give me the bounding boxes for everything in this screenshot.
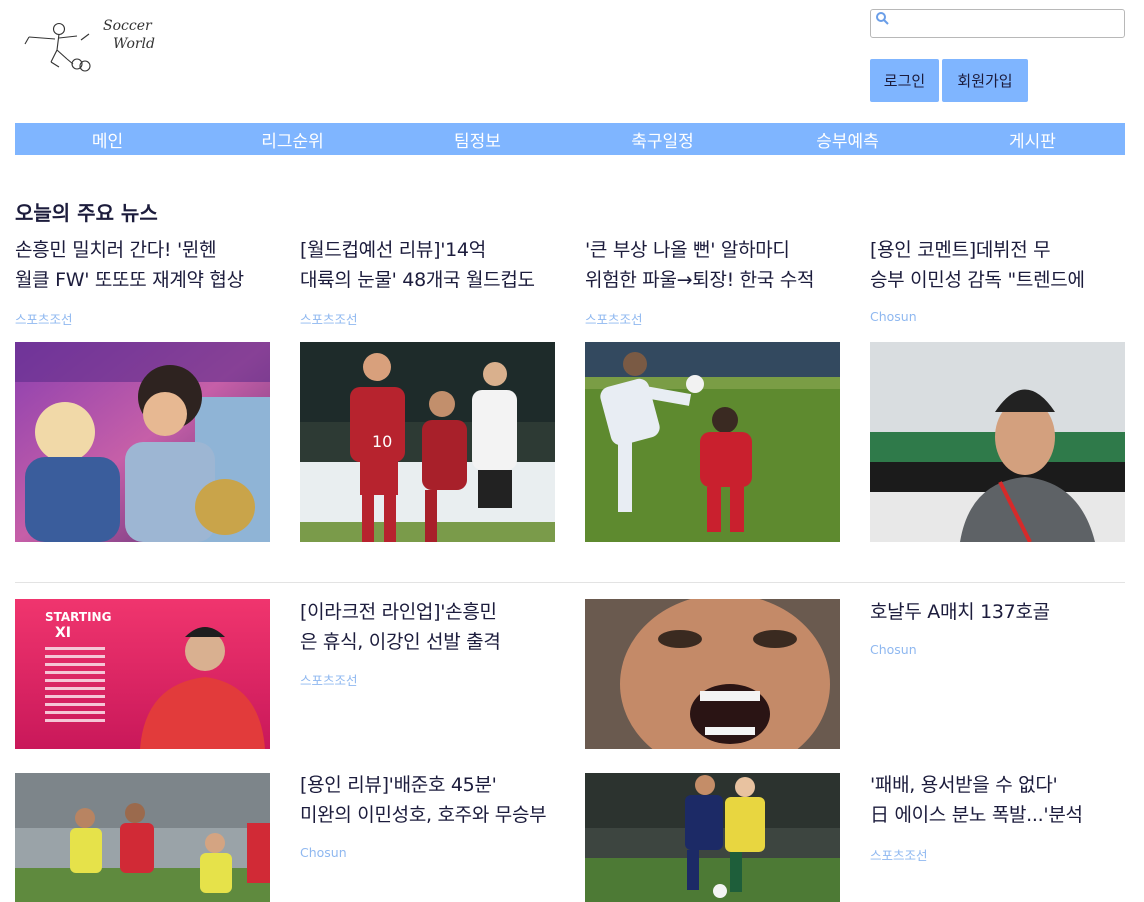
search-box[interactable]: [870, 9, 1125, 38]
title-line: 은 휴식, 이강인 선발 출격: [300, 631, 501, 653]
news-title[interactable]: 손흥민 밀치러 간다! '뮌헨 월클 FW' 또또또 재계약 협상: [15, 235, 270, 295]
news-title[interactable]: '큰 부상 나올 뻔' 알하마디 위험한 파울→퇴장! 한국 수적: [585, 235, 840, 295]
title-line: 호날두 A매치 137호골: [870, 601, 1050, 623]
news-image-japan-vs-australia[interactable]: [585, 773, 840, 902]
news-title[interactable]: [이라크전 라인업]'손흥민 은 휴식, 이강인 선발 출격: [300, 597, 555, 657]
news-title[interactable]: [용인 코멘트]데뷔전 무 승부 이민성 감독 "트렌드에: [870, 235, 1125, 295]
news-source: 스포츠조선: [300, 312, 358, 327]
search-input[interactable]: [893, 12, 1118, 35]
title-line: 日 에이스 분노 폭발...'분석: [870, 804, 1083, 826]
title-line: 미완의 이민성호, 호주와 무승부: [300, 804, 547, 826]
title-line: [이라크전 라인업]'손흥민: [300, 601, 497, 623]
news-source: 스포츠조선: [15, 312, 73, 327]
title-line: 손흥민 밀치러 간다! '뮌헨: [15, 239, 217, 261]
title-line: 월클 FW' 또또또 재계약 협상: [15, 269, 244, 291]
news-source: Chosun: [300, 845, 347, 860]
search-icon: [876, 12, 889, 25]
svg-text:10: 10: [372, 432, 392, 451]
section-title: 오늘의 주요 뉴스: [15, 201, 158, 225]
nav-item-board[interactable]: 게시판: [940, 123, 1125, 155]
title-line: 위험한 파울→퇴장! 한국 수적: [585, 269, 815, 291]
news-source: 스포츠조선: [300, 673, 358, 688]
nav-item-prediction[interactable]: 승부예측: [755, 123, 940, 155]
title-line: 승부 이민성 감독 "트렌드에: [870, 269, 1085, 291]
main-nav: 메인 리그순위 팀정보 축구일정 승부예측 게시판: [15, 123, 1125, 155]
login-button[interactable]: 로그인: [870, 59, 939, 102]
title-line: [용인 코멘트]데뷔전 무: [870, 239, 1051, 261]
nav-item-team-info[interactable]: 팀정보: [385, 123, 570, 155]
news-title[interactable]: [용인 리뷰]'배준호 45분' 미완의 이민성호, 호주와 무승부: [300, 770, 555, 830]
title-line: '패배, 용서받을 수 없다': [870, 774, 1058, 796]
news-title[interactable]: [월드컵예선 리뷰]'14억 대륙의 눈물' 48개국 월드컵도: [300, 235, 555, 295]
news-image-korea-vs-australia[interactable]: [15, 773, 270, 902]
news-source: Chosun: [870, 309, 917, 324]
stick-figure-logo-icon: Soccer World: [24, 18, 155, 72]
news-source: 스포츠조선: [870, 848, 928, 863]
site-logo[interactable]: Soccer World: [15, 12, 200, 74]
title-line: 대륙의 눈물' 48개국 월드컵도: [300, 269, 535, 291]
news-image-coach-portrait[interactable]: [870, 342, 1125, 542]
news-source: Chosun: [870, 642, 917, 657]
news-image-indonesia-players[interactable]: 10: [300, 342, 555, 542]
svg-text:STARTING: STARTING: [45, 610, 111, 624]
signup-button[interactable]: 회원가입: [942, 59, 1028, 102]
news-image-foul-tackle[interactable]: [585, 342, 840, 542]
title-line: [월드컵예선 리뷰]'14억: [300, 239, 486, 261]
news-image-ronaldo[interactable]: [585, 599, 840, 749]
nav-item-league-standings[interactable]: 리그순위: [200, 123, 385, 155]
news-image-son-celebration[interactable]: [15, 342, 270, 542]
news-image-starting-xi[interactable]: STARTING XI: [15, 599, 270, 749]
news-title[interactable]: '패배, 용서받을 수 없다' 日 에이스 분노 폭발...'분석: [870, 770, 1125, 830]
title-line: '큰 부상 나올 뻔' 알하마디: [585, 239, 790, 261]
title-line: [용인 리뷰]'배준호 45분': [300, 774, 497, 796]
svg-text:Soccer: Soccer: [103, 18, 153, 34]
svg-text:XI: XI: [55, 625, 71, 641]
nav-item-schedule[interactable]: 축구일정: [570, 123, 755, 155]
row-divider: [15, 582, 1125, 583]
svg-text:World: World: [113, 36, 155, 52]
nav-item-main[interactable]: 메인: [15, 123, 200, 155]
news-source: 스포츠조선: [585, 312, 643, 327]
